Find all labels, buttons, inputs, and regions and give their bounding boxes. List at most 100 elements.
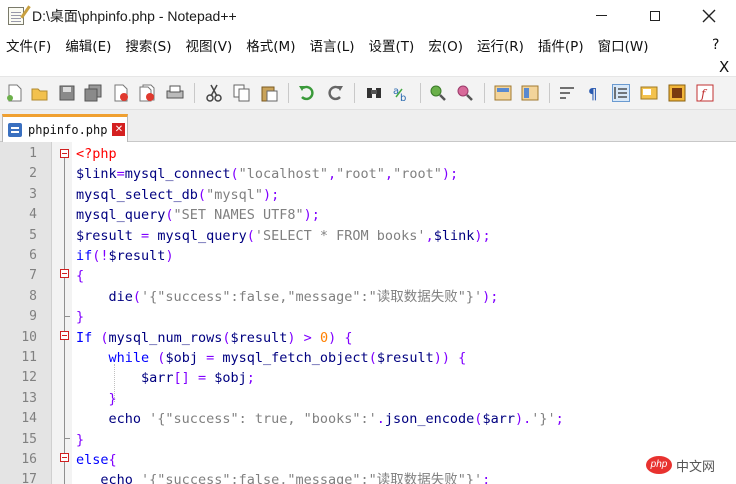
code-token: ; [555,411,564,428]
menu-macro[interactable]: 宏(O) [422,35,471,55]
save-icon[interactable] [58,84,76,102]
code-line[interactable]: 8 die('{"success":false,"message":"读取数据失… [0,287,736,307]
code-line[interactable]: 3 mysql_select_db("mysql"); [0,185,736,205]
code-text: echo '{"success":false,"message":"读取数据失败… [76,470,490,484]
code-token: mysql_query [157,227,247,244]
menu-file[interactable]: 文件(F) [0,35,59,55]
notepad-app-icon [8,6,24,25]
code-token: ). [514,411,532,428]
code-line[interactable]: 17 echo '{"success":false,"message":"读取数… [0,470,736,484]
code-line[interactable]: 5 $result = mysql_query('SELECT * FROM bo… [0,226,736,246]
maximize-button[interactable] [632,0,678,31]
menu-help[interactable]: ? [706,37,727,53]
line-number: 14 [21,411,37,427]
tab-phpinfo[interactable]: phpinfo.php ✕ [2,114,128,142]
sync-horizontal-icon[interactable] [521,84,539,102]
code-token: ); [262,186,280,203]
line-number: 9 [29,309,37,325]
cut-icon[interactable] [205,84,223,102]
code-line[interactable]: 13 } [0,389,736,409]
save-all-icon[interactable] [84,84,102,102]
user-lang-icon[interactable] [640,84,658,102]
zoom-in-icon[interactable] [429,84,447,102]
code-line[interactable]: 16 else{ [0,450,736,470]
code-text: If (mysql_num_rows($result) > 0) { [76,328,353,348]
code-token: ( [132,288,142,305]
menu-language[interactable]: 语言(L) [303,35,362,55]
code-text: } [76,307,84,327]
code-token: "mysql" [206,186,263,203]
close-window-button[interactable] [686,0,732,31]
code-token: mysql_query [76,207,166,224]
code-line[interactable]: 9} [0,307,736,327]
code-line[interactable]: 2 $link=mysql_connect("localhost","root",… [0,164,736,184]
code-token: (! [92,248,109,264]
function-list-icon[interactable]: f [696,84,714,102]
code-token: while [108,350,150,366]
toolbar-separator [354,83,355,103]
code-line[interactable]: 4 mysql_query("SET NAMES UTF8"); [0,205,736,225]
code-token: , [384,166,394,183]
code-token: $result [230,329,288,346]
close-document-button[interactable]: X [719,59,729,75]
show-all-chars-icon[interactable]: ¶ [585,84,603,103]
code-line[interactable]: 1 <?php [0,144,736,164]
line-number: 11 [21,350,37,365]
replace-icon[interactable]: ab [392,84,410,104]
doc-map-icon[interactable] [668,84,686,102]
code-text: mysql_select_db("mysql"); [76,185,279,205]
code-token: $arr [482,411,515,428]
minimize-button[interactable] [578,0,624,31]
copy-icon[interactable] [233,84,251,102]
code-token: mysql_num_rows [108,329,223,346]
redo-icon[interactable] [326,84,344,102]
code-token: ) [165,248,174,264]
menu-settings[interactable]: 设置(T) [363,35,423,55]
menu-run[interactable]: 运行(R) [471,35,532,55]
tab-close-icon[interactable]: ✕ [112,123,126,136]
code-line[interactable]: 6 if(!$result) [0,246,736,266]
code-token: ); [482,288,499,305]
code-editor[interactable]: 1 <?php 2 $link=mysql_connect("localhost","… [0,142,736,484]
menu-format[interactable]: 格式(M) [240,35,303,55]
code-token: , [328,166,337,183]
menu-edit[interactable]: 编辑(E) [59,35,119,55]
code-token: = [197,370,207,387]
close-icon [702,9,716,22]
code-token: mysql_connect [124,166,231,183]
undo-icon[interactable] [298,84,316,102]
code-line[interactable]: 14 echo '{"success": true, "books":'.jso… [0,409,736,429]
close-all-icon[interactable] [138,84,156,102]
svg-text:b: b [400,93,406,102]
word-wrap-icon[interactable] [558,84,576,102]
print-icon[interactable] [166,84,184,102]
code-text: { [76,266,84,286]
sync-vertical-icon[interactable] [494,84,512,102]
new-file-icon[interactable] [6,84,24,102]
code-text: if(!$result) [76,246,174,266]
code-line[interactable]: 7{ [0,266,736,286]
close-file-icon[interactable] [112,84,130,102]
code-token: = [141,227,150,244]
code-line[interactable]: 12 $arr[] = $obj; [0,368,736,388]
indent-guide-icon[interactable] [612,84,630,102]
zoom-out-icon[interactable] [456,84,474,102]
menu-plugins[interactable]: 插件(P) [532,35,592,55]
code-line[interactable]: 15} [0,430,736,450]
menu-view[interactable]: 视图(V) [180,35,241,55]
open-file-icon[interactable] [31,84,49,102]
code-token: 'SELECT * FROM books' [254,227,426,244]
find-icon[interactable] [365,84,383,102]
code-token: mysql_fetch_object [222,350,369,366]
code-token: ) [328,329,337,346]
paste-icon[interactable] [260,84,278,102]
code-line[interactable]: 10 If (mysql_num_rows($result) > 0) { [0,328,736,348]
code-token: ) [287,329,296,346]
menu-window[interactable]: 窗口(W) [592,35,657,55]
menu-search[interactable]: 搜索(S) [119,35,179,55]
line-number: 3 [29,186,37,202]
code-line[interactable]: 11 while ($obj = mysql_fetch_object($res… [0,348,736,368]
code-token: If [76,329,93,346]
